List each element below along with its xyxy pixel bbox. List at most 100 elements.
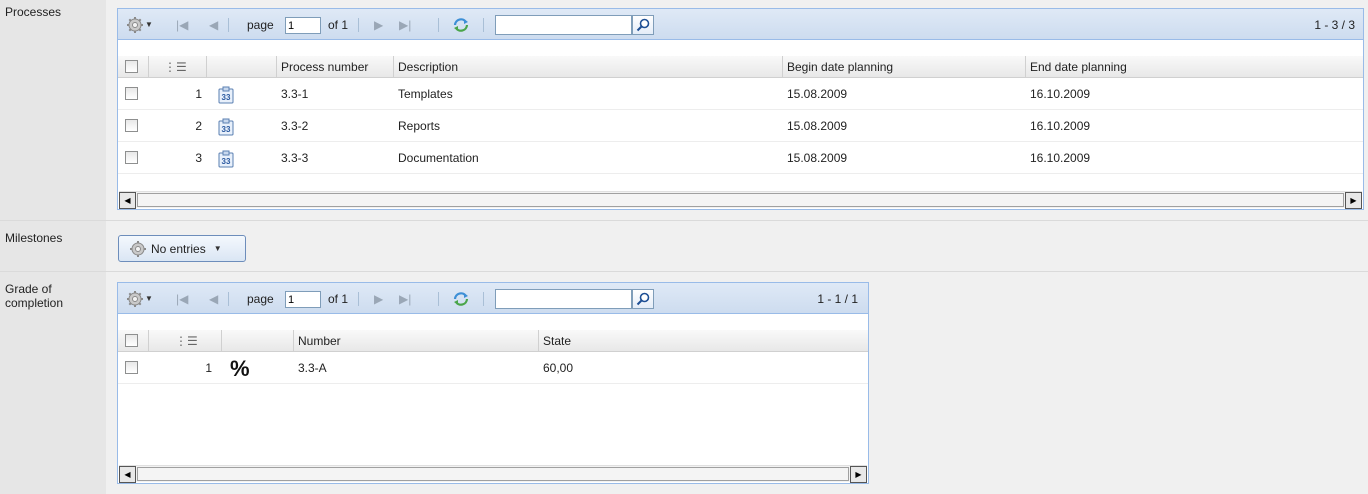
horizontal-scrollbar[interactable]: ◀ ▶ <box>119 191 1362 209</box>
gear-icon <box>127 290 143 307</box>
percent-icon: % <box>230 356 250 381</box>
col-end-date[interactable]: End date planning <box>1026 56 1363 78</box>
page-input[interactable] <box>285 17 321 34</box>
scroll-thumb[interactable] <box>137 467 849 481</box>
chevron-down-icon: ▼ <box>213 244 222 253</box>
description-cell: Documentation <box>398 151 479 165</box>
toolbar-separator <box>358 292 359 306</box>
last-page-icon[interactable]: ▶| <box>399 9 411 40</box>
row-checkbox[interactable] <box>125 361 138 374</box>
scroll-right-button[interactable]: ▶ <box>850 466 867 483</box>
chevron-down-icon: ▼ <box>145 294 153 303</box>
grade-label-line2: completion <box>5 296 64 310</box>
col-number[interactable]: Number <box>294 330 539 352</box>
horizontal-scrollbar[interactable]: ◀ ▶ <box>119 465 867 483</box>
table-row[interactable]: 2 33 3.3-2 Reports 15.08.2009 16.10.2009 <box>118 111 1363 142</box>
end-date-cell: 16.10.2009 <box>1030 151 1091 165</box>
search-input[interactable] <box>495 289 632 309</box>
refresh-icon[interactable] <box>452 9 470 40</box>
milestones-content <box>106 221 1368 271</box>
state-cell: 60,00 <box>543 361 574 375</box>
record-count: 1 - 1 / 1 <box>817 291 858 306</box>
search-icon <box>636 18 650 32</box>
table-row[interactable]: 3 33 3.3-3 Documentation 15.08.2009 16.1… <box>118 143 1363 174</box>
processes-grid: ▼ |◀ ◀ page of 1 ▶ ▶| 1 - 3 / 3 <box>117 8 1364 210</box>
row-checkbox[interactable] <box>125 119 138 132</box>
select-all-checkbox[interactable] <box>125 60 138 73</box>
settings-menu-button[interactable]: ▼ <box>126 9 153 40</box>
grade-label-line1: Grade of <box>5 282 52 296</box>
search-button[interactable] <box>632 289 654 309</box>
scroll-thumb[interactable] <box>137 193 1344 207</box>
next-page-icon[interactable]: ▶ <box>374 9 383 40</box>
process-icon: 33 <box>217 118 235 136</box>
grade-grid: ▼ |◀ ◀ page of 1 ▶ ▶| 1 - 1 / 1 <box>117 282 869 484</box>
row-index: 2 <box>195 119 202 133</box>
col-description[interactable]: Description <box>394 56 783 78</box>
toolbar-separator <box>483 292 484 306</box>
toolbar-separator <box>358 18 359 32</box>
scroll-left-button[interactable]: ◀ <box>119 192 136 209</box>
first-page-icon[interactable]: |◀ <box>176 9 188 40</box>
process-icon: 33 <box>217 150 235 168</box>
page-label: page <box>247 291 274 306</box>
milestones-entries-button[interactable]: No entries ▼ <box>118 235 246 262</box>
toolbar-separator <box>438 18 439 32</box>
table-row[interactable]: 1 33 3.3-1 Templates 15.08.2009 16.10.20… <box>118 79 1363 110</box>
number-cell: 3.3-A <box>298 361 327 375</box>
svg-text:33: 33 <box>222 125 231 134</box>
select-all-checkbox[interactable] <box>125 334 138 347</box>
search-icon <box>636 292 650 306</box>
milestones-label: Milestones <box>0 221 106 271</box>
svg-text:33: 33 <box>222 93 231 102</box>
icon-column-header <box>222 330 294 352</box>
end-date-cell: 16.10.2009 <box>1030 119 1091 133</box>
begin-date-cell: 15.08.2009 <box>787 87 848 101</box>
row-checkbox[interactable] <box>125 87 138 100</box>
chevron-down-icon: ▼ <box>145 20 153 29</box>
table-row[interactable]: 1 % 3.3-A 60,00 <box>118 353 868 384</box>
toolbar-separator <box>228 292 229 306</box>
page-input[interactable] <box>285 291 321 308</box>
next-page-icon[interactable]: ▶ <box>374 283 383 314</box>
toolbar-separator <box>228 18 229 32</box>
select-all-cell <box>118 330 149 352</box>
select-all-cell <box>118 56 149 78</box>
entries-label: No entries <box>151 241 206 256</box>
search-button[interactable] <box>632 15 654 35</box>
refresh-icon[interactable] <box>452 283 470 314</box>
gear-icon <box>130 240 146 257</box>
scroll-left-button[interactable]: ◀ <box>119 466 136 483</box>
row-number-header: ⋮☰ <box>149 56 207 78</box>
row-number-header: ⋮☰ <box>149 330 222 352</box>
prev-page-icon[interactable]: ◀ <box>209 283 218 314</box>
svg-text:33: 33 <box>222 157 231 166</box>
icon-column-header <box>207 56 277 78</box>
row-index: 1 <box>195 87 202 101</box>
grade-label: Grade of completion <box>0 272 106 494</box>
processes-header: ⋮☰ Process number Description Begin date… <box>118 56 1363 78</box>
gear-icon <box>127 16 143 33</box>
first-page-icon[interactable]: |◀ <box>176 283 188 314</box>
prev-page-icon[interactable]: ◀ <box>209 9 218 40</box>
settings-menu-button[interactable]: ▼ <box>126 283 153 314</box>
toolbar-separator <box>483 18 484 32</box>
col-state[interactable]: State <box>539 330 868 352</box>
record-count: 1 - 3 / 3 <box>1314 17 1355 32</box>
process-number-cell: 3.3-1 <box>281 87 309 101</box>
scroll-right-button[interactable]: ▶ <box>1345 192 1362 209</box>
row-checkbox[interactable] <box>125 151 138 164</box>
row-index: 3 <box>195 151 202 165</box>
description-cell: Templates <box>398 87 453 101</box>
row-index: 1 <box>205 361 212 375</box>
col-begin-date[interactable]: Begin date planning <box>783 56 1026 78</box>
page-of-label: of 1 <box>328 17 349 32</box>
search-input[interactable] <box>495 15 632 35</box>
begin-date-cell: 15.08.2009 <box>787 151 848 165</box>
processes-toolbar: ▼ |◀ ◀ page of 1 ▶ ▶| 1 - 3 / 3 <box>118 9 1363 40</box>
begin-date-cell: 15.08.2009 <box>787 119 848 133</box>
description-cell: Reports <box>398 119 441 133</box>
toolbar-separator <box>438 292 439 306</box>
last-page-icon[interactable]: ▶| <box>399 283 411 314</box>
col-process-number[interactable]: Process number <box>277 56 394 78</box>
